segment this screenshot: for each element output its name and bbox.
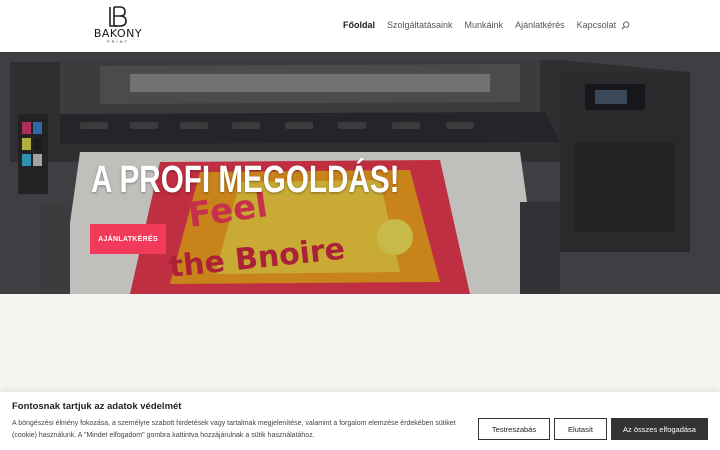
content-section xyxy=(0,294,720,392)
cookie-text: A böngészési élmény fokozása, a személyr… xyxy=(12,420,456,439)
nav-item-contact[interactable]: Kapcsolat xyxy=(577,20,617,30)
cookie-title: Fontosnak tartjuk az adatok védelmét xyxy=(12,401,182,412)
nav-item-quote[interactable]: Ajánlatkérés xyxy=(515,20,565,30)
logo-subtext: PRINT xyxy=(107,39,129,44)
customize-button[interactable]: Testreszabás xyxy=(478,418,550,440)
site-header: BAKONY PRINT Főoldal Szolgáltatásaink Mu… xyxy=(0,0,720,52)
logo-mark-icon xyxy=(109,6,127,27)
nav-item-services[interactable]: Szolgáltatásaink xyxy=(387,20,453,30)
quote-button[interactable]: AJÁNLATKÉRÉS xyxy=(90,224,166,254)
accept-all-button[interactable]: Az összes elfogadása xyxy=(611,418,708,440)
search-icon[interactable] xyxy=(621,21,630,30)
nav-item-home[interactable]: Főoldal xyxy=(343,20,375,30)
main-nav: Főoldal Szolgáltatásaink Munkáink Ajánla… xyxy=(343,20,628,30)
hero-section: Feel the Bnoire A PROFI MEGOLDÁS! xyxy=(0,52,720,294)
hero-title: A PROFI MEGOLDÁS! xyxy=(91,159,400,201)
logo[interactable]: BAKONY PRINT xyxy=(93,6,143,46)
nav-item-works[interactable]: Munkáink xyxy=(465,20,504,30)
reject-button[interactable]: Elutasít xyxy=(554,418,607,440)
